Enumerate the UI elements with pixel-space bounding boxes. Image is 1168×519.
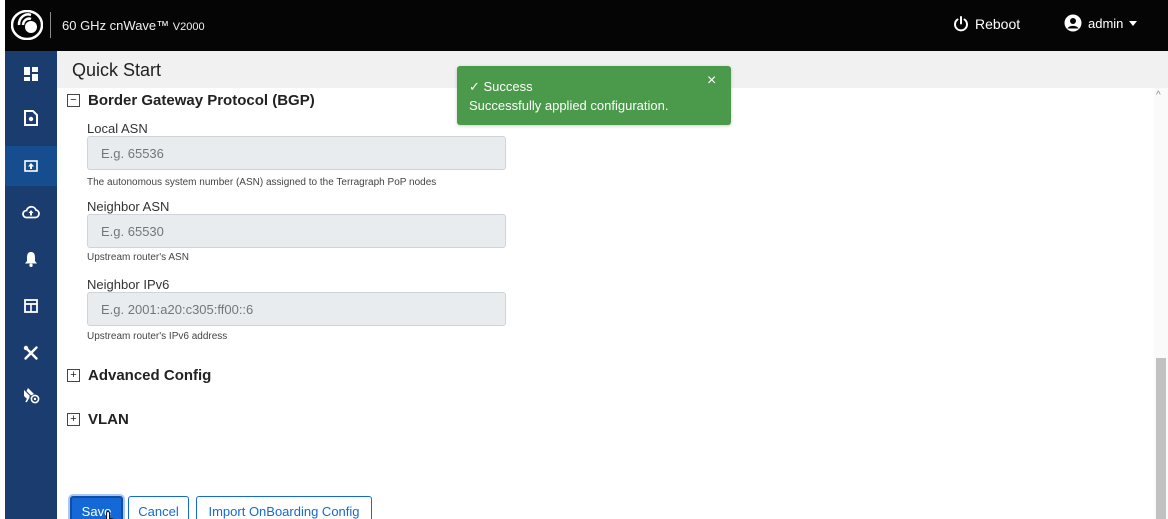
toast-message: Successfully applied configuration. — [469, 98, 669, 113]
reboot-button[interactable]: Reboot — [953, 16, 1020, 32]
page-title: Quick Start — [72, 60, 162, 80]
power-icon — [954, 16, 968, 32]
user-menu-button[interactable]: admin — [1064, 14, 1138, 32]
form-scroll-area: − Border Gateway Protocol (BGP) Local AS… — [57, 88, 1154, 519]
cancel-button[interactable]: Cancel — [128, 496, 189, 519]
success-toast: ✓ Success Successfully applied configura… — [457, 66, 731, 125]
neighbor-ipv6-help: Upstream router's IPv6 address — [87, 331, 228, 342]
sidebar-item-tools[interactable] — [5, 333, 57, 373]
logo-divider — [50, 12, 51, 38]
sidebar-item-dashboard[interactable] — [5, 54, 57, 94]
app-title-text: 60 GHz cnWave™ — [62, 18, 170, 33]
sidebar — [5, 51, 57, 519]
tools-icon — [23, 345, 38, 360]
bgp-section-heading: Border Gateway Protocol (BGP) — [88, 92, 315, 109]
advanced-config-toggle[interactable]: + Advanced Config — [67, 367, 211, 384]
sidebar-item-cloud[interactable] — [5, 192, 57, 232]
reboot-label: Reboot — [975, 16, 1021, 32]
neighbor-ipv6-input[interactable] — [87, 292, 506, 326]
user-label: admin — [1088, 15, 1124, 31]
app-model-text: V2000 — [172, 21, 205, 33]
table-icon — [24, 299, 38, 313]
toast-title: ✓ Success — [469, 79, 533, 94]
sidebar-item-satellite[interactable] — [5, 375, 57, 415]
user-circle-icon — [1064, 14, 1082, 32]
advanced-config-heading: Advanced Config — [88, 367, 212, 384]
top-navbar: 60 GHz cnWave™ V2000 Reboot admin — [5, 0, 1168, 51]
upload-icon — [24, 160, 38, 172]
satellite-settings-icon — [24, 388, 40, 404]
caret-down-icon — [1129, 20, 1138, 26]
cambium-logo — [11, 10, 43, 40]
collapse-icon: − — [67, 94, 80, 107]
local-asn-label: Local ASN — [87, 121, 148, 136]
bgp-section-toggle[interactable]: − Border Gateway Protocol (BGP) — [67, 92, 315, 109]
hand-cursor-icon — [106, 510, 115, 519]
vlan-heading: VLAN — [88, 411, 129, 428]
vlan-toggle[interactable]: + VLAN — [67, 411, 129, 428]
expand-icon: + — [67, 413, 80, 426]
neighbor-asn-help: Upstream router's ASN — [87, 252, 189, 263]
scroll-up-icon[interactable]: ^ — [1156, 90, 1161, 101]
cloud-upload-icon — [22, 205, 40, 219]
document-icon — [24, 110, 38, 126]
sidebar-item-upload[interactable] — [5, 146, 57, 186]
neighbor-asn-label: Neighbor ASN — [87, 199, 170, 214]
sidebar-item-alarms[interactable] — [5, 239, 57, 279]
scrollbar-thumb[interactable] — [1156, 358, 1166, 519]
bell-icon — [25, 252, 37, 267]
neighbor-asn-input[interactable] — [87, 214, 506, 248]
local-asn-help: The autonomous system number (ASN) assig… — [87, 177, 437, 188]
app-title: 60 GHz cnWave™ V2000 — [62, 18, 205, 33]
local-asn-input[interactable] — [87, 136, 506, 170]
sidebar-item-document[interactable] — [5, 98, 57, 138]
neighbor-ipv6-label: Neighbor IPv6 — [87, 277, 170, 292]
sidebar-item-table[interactable] — [5, 286, 57, 326]
close-icon[interactable]: × — [707, 72, 716, 90]
expand-icon: + — [67, 369, 80, 382]
import-onboarding-config-button[interactable]: Import OnBoarding Config — [196, 496, 372, 519]
dashboard-icon — [24, 67, 38, 81]
